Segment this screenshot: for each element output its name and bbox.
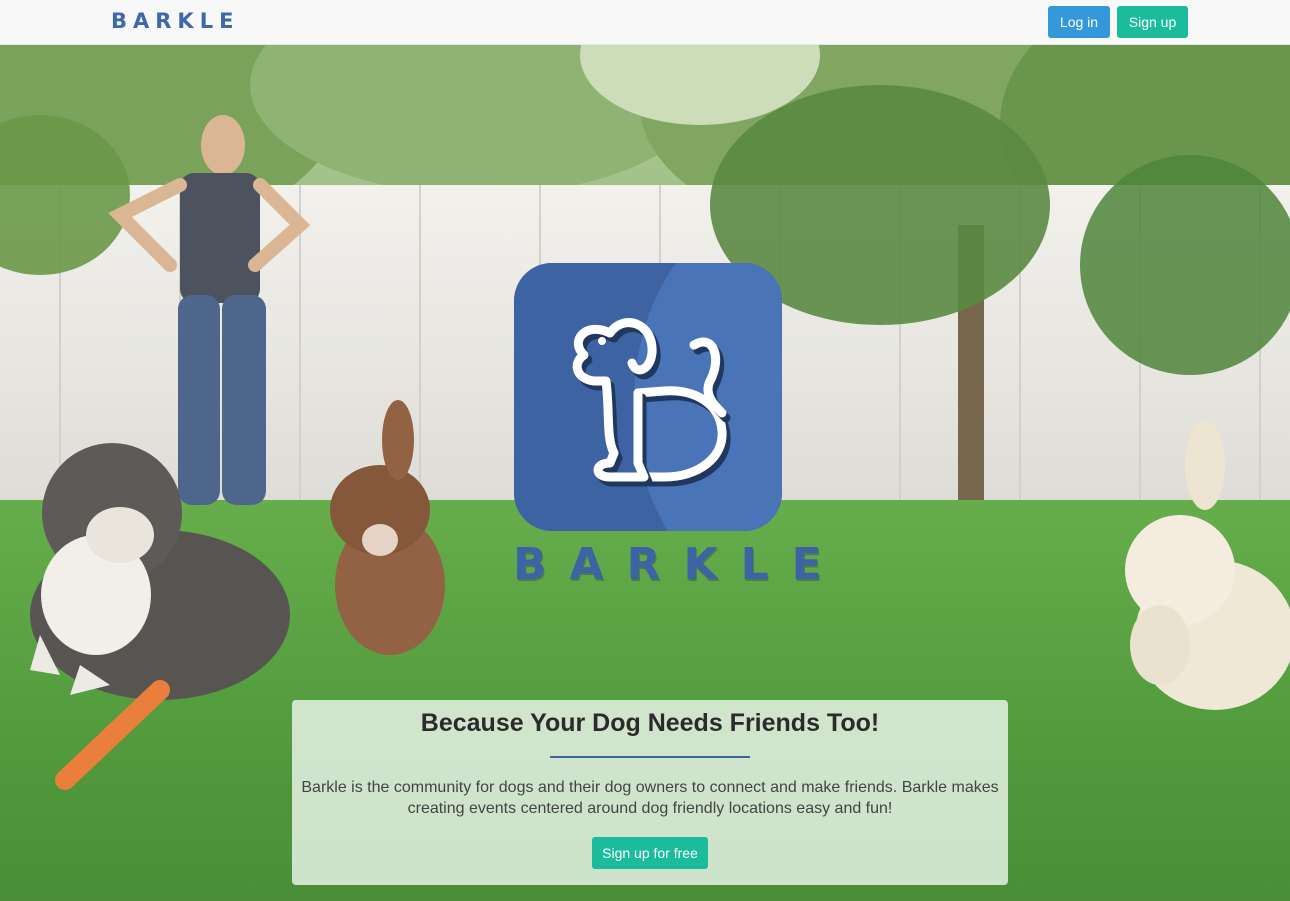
intro-description: Barkle is the community for dogs and the… — [301, 779, 999, 817]
barkle-logo-tile — [514, 263, 782, 531]
top-navbar: BARKLE Log in Sign up — [0, 0, 1290, 45]
barkle-logo-wordmark: BARKLE — [513, 539, 845, 590]
hero-section: BARKLE Because Your Dog Needs Friends To… — [0, 45, 1290, 901]
brand-logo[interactable]: BARKLE — [111, 9, 239, 33]
intro-title: Because Your Dog Needs Friends Too! — [420, 709, 880, 737]
title-divider — [550, 756, 750, 758]
intro-card: Because Your Dog Needs Friends Too! Bark… — [292, 700, 1008, 885]
dog-icon — [514, 263, 782, 531]
login-button[interactable]: Log in — [1048, 6, 1110, 38]
signup-button[interactable]: Sign up — [1117, 6, 1188, 38]
signup-free-button[interactable]: Sign up for free — [592, 837, 708, 869]
